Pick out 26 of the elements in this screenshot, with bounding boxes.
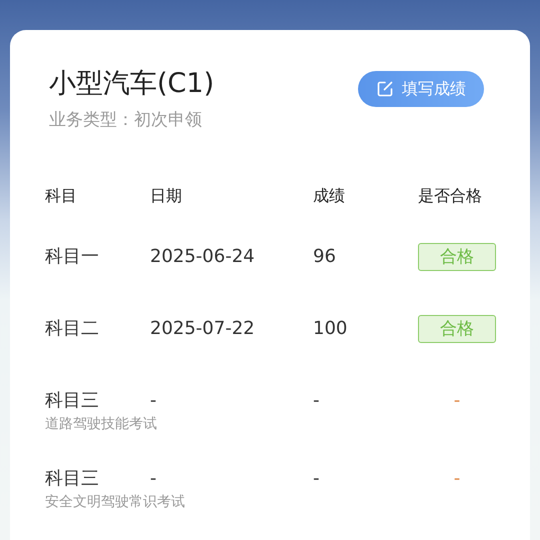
subject-cell-text: 科目三 xyxy=(45,389,99,413)
score-cell-text: 96 xyxy=(313,245,337,269)
date-cell-text: - xyxy=(150,389,158,413)
date-cell-text: 2025-07-22 xyxy=(150,317,256,341)
subject-cell-text: 科目一 xyxy=(45,245,99,269)
column-header: 科目 xyxy=(45,186,78,206)
column-header: 是否合格 xyxy=(418,186,483,206)
score-cell-text: 100 xyxy=(313,317,348,341)
result-cell-text: - xyxy=(454,389,460,413)
column-header: 日期 xyxy=(150,186,183,206)
subject-note: 道路驾驶技能考试 xyxy=(45,415,157,433)
business-type: 业务类型：初次申领 xyxy=(49,109,203,131)
pass-badge: 合格 xyxy=(418,243,496,271)
result-cell-text: - xyxy=(454,467,460,491)
subject-cell-text: 科目二 xyxy=(45,317,99,341)
date-cell-text: 2025-06-24 xyxy=(150,245,256,269)
fill-scores-button[interactable]: 填写成绩 xyxy=(358,71,484,107)
subject-cell-text: 科目三 xyxy=(45,467,99,491)
score-cell-text: - xyxy=(313,389,320,413)
date-cell-text: - xyxy=(150,467,158,491)
subject-note: 安全文明驾驶常识考试 xyxy=(45,493,185,511)
license-title: 小型汽车(C1) xyxy=(49,67,214,101)
score-cell-text: - xyxy=(313,467,320,491)
edit-icon xyxy=(376,80,394,98)
column-header: 成绩 xyxy=(313,186,346,206)
pass-badge: 合格 xyxy=(418,315,496,343)
